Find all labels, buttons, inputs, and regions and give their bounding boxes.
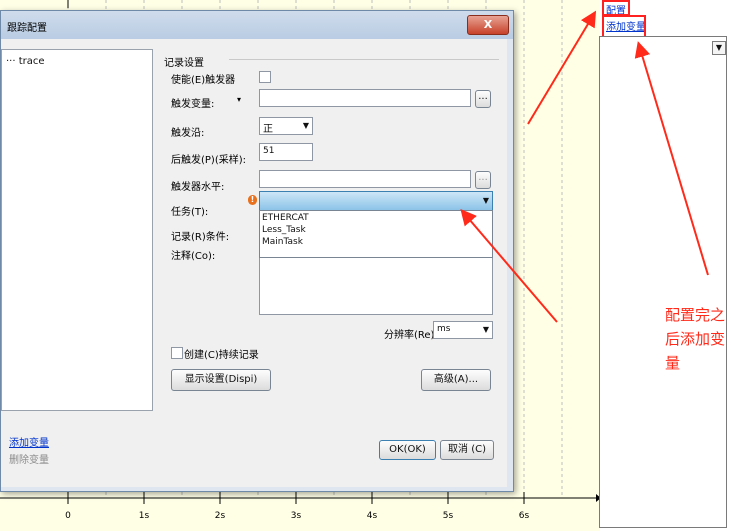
- arrow-to-config: [527, 10, 597, 125]
- arrow-to-add-variable: [634, 41, 709, 276]
- annotation-text: 配置完之后添加变量: [665, 306, 726, 372]
- annotation-arrows: [460, 10, 709, 323]
- arrow-to-task-select: [460, 208, 558, 323]
